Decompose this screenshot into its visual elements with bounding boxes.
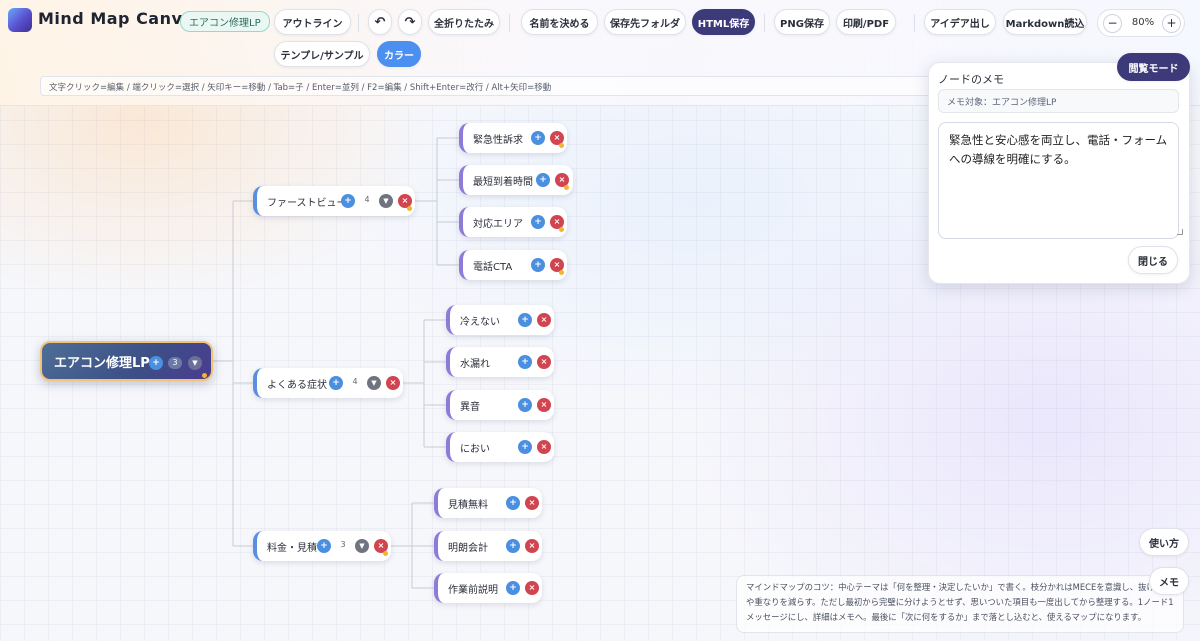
collapse-toggle-icon[interactable]: ▼ — [367, 376, 381, 390]
delete-node-icon[interactable]: × — [525, 496, 539, 510]
node-label[interactable]: 料金・見積 — [267, 539, 317, 554]
view-mode-button[interactable]: 閲覧モード — [1117, 53, 1190, 81]
add-child-icon[interactable]: + — [531, 131, 545, 145]
color-dot-icon — [559, 227, 564, 232]
root-connector — [213, 200, 253, 547]
add-child-icon[interactable]: + — [518, 440, 532, 454]
child-count: 4 — [364, 195, 370, 204]
add-child-icon[interactable]: + — [506, 496, 520, 510]
root-node[interactable]: エアコン修理LP + 3 ▼ — [40, 341, 213, 381]
node-label[interactable]: 異音 — [460, 398, 480, 413]
add-child-icon[interactable]: + — [536, 173, 550, 187]
add-child-icon[interactable]: + — [518, 313, 532, 327]
leaf-node[interactable]: 緊急性訴求 + × — [459, 123, 567, 153]
memo-panel-title: ノードのメモ — [938, 73, 1004, 86]
delete-node-icon[interactable]: × — [537, 313, 551, 327]
node-label[interactable]: 最短到着時間 — [473, 173, 533, 188]
node-label[interactable]: 作業前説明 — [448, 581, 498, 596]
node-label[interactable]: 明朗会計 — [448, 539, 488, 554]
help-button[interactable]: 使い方 — [1139, 528, 1189, 556]
node-label[interactable]: におい — [460, 440, 490, 455]
branch-connector-first-view — [415, 137, 459, 266]
add-child-icon[interactable]: + — [317, 539, 331, 553]
color-dot-icon — [559, 270, 564, 275]
node-label[interactable]: 電話CTA — [473, 258, 512, 273]
add-child-icon[interactable]: + — [149, 356, 163, 370]
memo-toggle-button[interactable]: メモ — [1149, 567, 1189, 595]
leaf-node[interactable]: におい + × — [446, 432, 554, 462]
collapse-toggle-icon[interactable]: ▼ — [188, 356, 202, 370]
branch-connector-symptoms — [403, 319, 446, 448]
delete-node-icon[interactable]: × — [537, 398, 551, 412]
add-child-icon[interactable]: + — [531, 258, 545, 272]
node-label[interactable]: 見積無料 — [448, 496, 488, 511]
node-label[interactable]: ファーストビュー — [267, 194, 347, 209]
node-label[interactable]: 緊急性訴求 — [473, 131, 523, 146]
branch-node-symptoms[interactable]: よくある症状 + 4 ▼ × — [253, 368, 403, 398]
color-dot-icon — [559, 143, 564, 148]
add-child-icon[interactable]: + — [506, 539, 520, 553]
leaf-node[interactable]: 水漏れ + × — [446, 347, 554, 377]
add-child-icon[interactable]: + — [341, 194, 355, 208]
add-child-icon[interactable]: + — [518, 355, 532, 369]
delete-node-icon[interactable]: × — [525, 581, 539, 595]
add-child-icon[interactable]: + — [506, 581, 520, 595]
memo-target-field: メモ対象：エアコン修理LP — [938, 89, 1179, 113]
delete-node-icon[interactable]: × — [525, 539, 539, 553]
leaf-node[interactable]: 作業前説明 + × — [434, 573, 542, 603]
delete-node-icon[interactable]: × — [537, 440, 551, 454]
leaf-node[interactable]: 明朗会計 + × — [434, 531, 542, 561]
branch-node-first-view[interactable]: ファーストビュー + 4 ▼ × — [253, 186, 415, 216]
add-child-icon[interactable]: + — [518, 398, 532, 412]
color-dot-icon — [383, 551, 388, 556]
node-label[interactable]: よくある症状 — [267, 376, 327, 391]
leaf-node[interactable]: 対応エリア + × — [459, 207, 567, 237]
child-count-badge: 3 — [168, 357, 182, 369]
leaf-node[interactable]: 電話CTA + × — [459, 250, 567, 280]
branch-connector-pricing — [391, 502, 434, 589]
node-label[interactable]: 対応エリア — [473, 215, 523, 230]
collapse-toggle-icon[interactable]: ▼ — [355, 539, 369, 553]
delete-node-icon[interactable]: × — [537, 355, 551, 369]
child-count: 4 — [352, 377, 358, 386]
delete-node-icon[interactable]: × — [386, 376, 400, 390]
color-dot-icon — [407, 206, 412, 211]
root-node-label[interactable]: エアコン修理LP — [54, 352, 150, 371]
resize-handle-icon[interactable] — [1177, 229, 1183, 235]
child-count: 3 — [340, 540, 346, 549]
leaf-node[interactable]: 見積無料 + × — [434, 488, 542, 518]
leaf-node[interactable]: 異音 + × — [446, 390, 554, 420]
collapse-toggle-icon[interactable]: ▼ — [379, 194, 393, 208]
leaf-node[interactable]: 最短到着時間 + × — [459, 165, 573, 195]
node-label[interactable]: 冷えない — [460, 313, 500, 328]
add-child-icon[interactable]: + — [531, 215, 545, 229]
node-label[interactable]: 水漏れ — [460, 355, 490, 370]
memo-textarea[interactable]: 緊急性と安心感を両立し、電話・フォームへの導線を明確にする。 — [938, 122, 1179, 239]
branch-node-pricing[interactable]: 料金・見積 + 3 ▼ × — [253, 531, 391, 561]
color-dot-icon — [202, 373, 207, 378]
leaf-node[interactable]: 冷えない + × — [446, 305, 554, 335]
close-memo-button[interactable]: 閉じる — [1128, 246, 1178, 274]
color-dot-icon — [564, 185, 569, 190]
mindmap-tip: マインドマップのコツ：中心テーマは「何を整理・決定したいか」で書く。枝分かれはM… — [736, 575, 1184, 633]
add-child-icon[interactable]: + — [329, 376, 343, 390]
